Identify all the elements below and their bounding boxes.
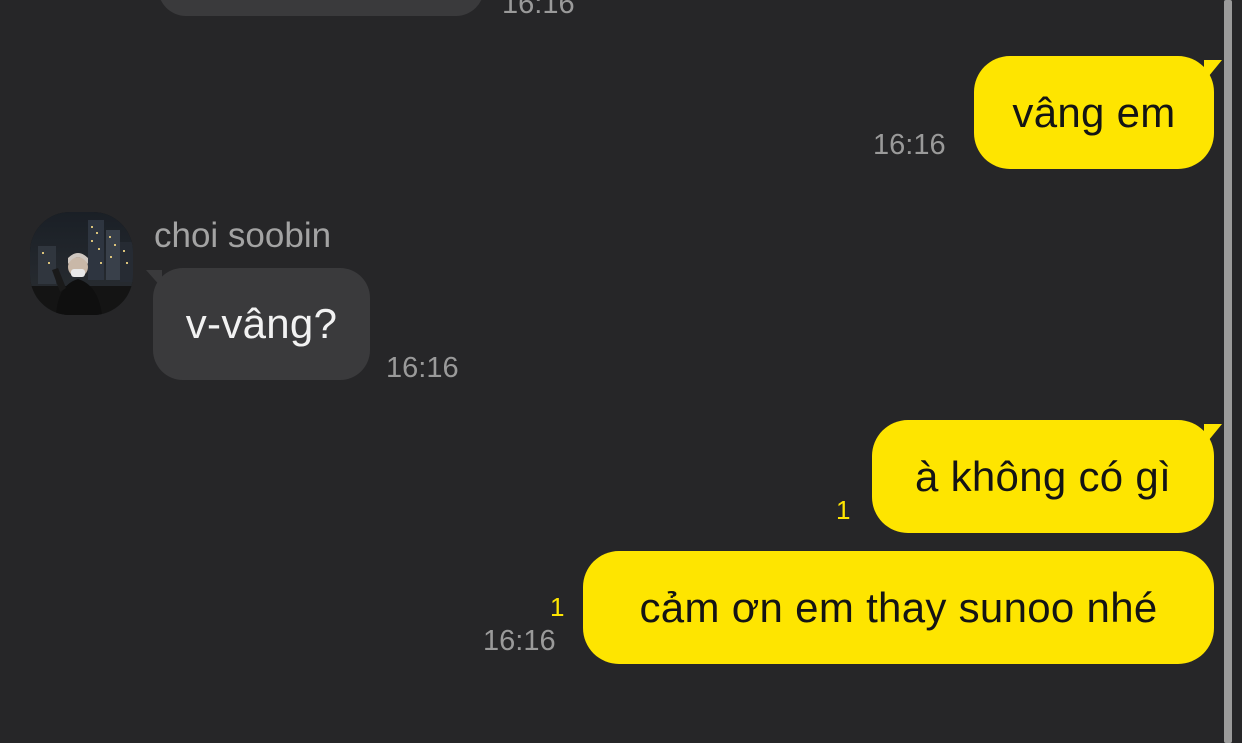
message-timestamp: 16:16 xyxy=(386,352,459,384)
message-timestamp: 16:16 xyxy=(483,625,556,657)
outgoing-message-bubble[interactable]: cảm ơn em thay sunoo nhé xyxy=(583,551,1214,664)
message-timestamp: 16:16 xyxy=(873,129,946,161)
incoming-message-bubble[interactable]: v-vâng? xyxy=(153,268,370,380)
bubble-tail xyxy=(146,270,162,288)
message-timestamp: 16:16 xyxy=(502,0,575,20)
message-text: vâng em xyxy=(1012,88,1176,136)
chat-conversation[interactable]: 16:16 vâng em 16:16 choi soobin v-vâng? … xyxy=(0,0,1242,743)
unread-count: 1 xyxy=(836,495,851,525)
message-text: v-vâng? xyxy=(185,300,338,347)
outgoing-message-bubble[interactable]: vâng em xyxy=(974,56,1214,169)
profile-photo-icon xyxy=(30,212,133,315)
message-text: cảm ơn em thay sunoo nhé xyxy=(639,583,1158,631)
unread-count: 1 xyxy=(550,592,565,622)
bubble-tail xyxy=(1204,60,1222,82)
previous-message-bubble[interactable] xyxy=(158,0,484,16)
scrollbar[interactable] xyxy=(1224,0,1232,743)
sender-name: choi soobin xyxy=(154,216,332,255)
sender-avatar[interactable] xyxy=(30,212,133,315)
message-text: à không có gì xyxy=(914,452,1172,500)
outgoing-message-bubble[interactable]: à không có gì xyxy=(872,420,1214,533)
bubble-tail xyxy=(1204,424,1222,446)
